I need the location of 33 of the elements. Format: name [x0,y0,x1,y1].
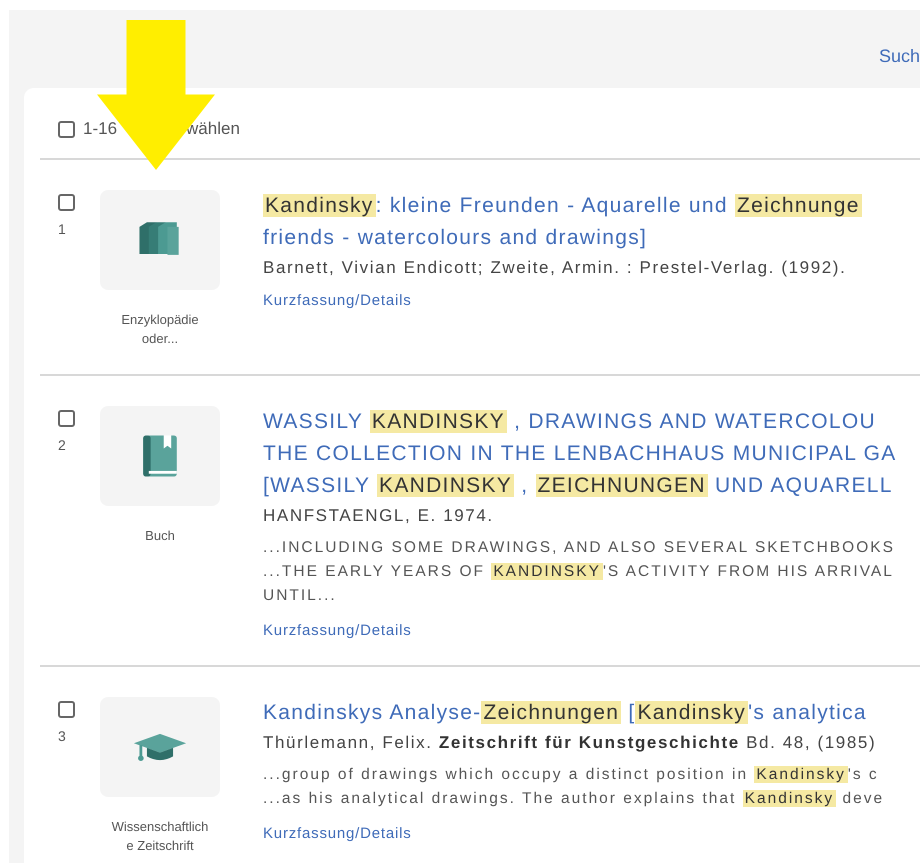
result-checkbox[interactable] [58,410,75,427]
snippet-line: ...as his analytical drawings. The author explains that Kandinsky deve [263,789,884,809]
snippet-line: UNTIL... [263,586,338,606]
snippet-line: ...INCLUDING SOME DRAWINGS, AND ALSO SEVERAL SKETCHBOOKS [263,538,895,558]
details-link[interactable]: Kurzfassung/Details [263,292,412,309]
result-number: 1 [58,221,66,237]
result-checkbox[interactable] [58,701,75,718]
book-icon [143,435,177,477]
result-title-link[interactable]: THE COLLECTION IN THE LENBACHHAUS MUNICIPAL GA [263,438,897,470]
result-number: 3 [58,728,66,744]
select-all-label: wählen [186,119,240,139]
material-type-label: Enzyklopädie oder... [120,311,200,348]
author-line: Thürlemann, Felix. Zeitschrift für Kunstgeschichte Bd. 48, (1985) [263,733,876,753]
result-title-link[interactable]: WASSILY KANDINSKY , DRAWINGS AND WATERCOLOU [263,406,876,438]
result-title-link[interactable]: friends - watercolours and drawings] [263,222,648,254]
search-link[interactable]: Such [878,46,920,67]
books-icon [139,222,179,255]
result-title-link[interactable]: [WASSILY KANDINSKY , ZEICHNUNGEN UND AQUARELL [263,470,893,502]
select-all-label: 1-16 [83,119,118,139]
result-number: 2 [58,437,66,453]
details-link[interactable]: Kurzfassung/Details [263,825,412,842]
snippet-line: ...THE EARLY YEARS OF KANDINSKY'S ACTIVITY FROM HIS ARRIVAL [263,562,895,582]
material-type-label: Wissenschaftliche Zeitschrift [110,818,210,855]
graduation-cap-icon [134,734,186,761]
author-line: HANFSTAENGL, E. 1974. [263,506,494,526]
details-link[interactable]: Kurzfassung/Details [263,622,412,639]
result-title-link[interactable]: Kandinsky: kleine Freunden - Aquarelle und Zeichnunge [263,190,862,222]
author-line: Barnett, Vivian Endicott; Zweite, Armin. : Prestel-Verlag. (1992). [263,258,846,278]
result-title-link[interactable]: Kandinskys Analyse-Zeichnungen [Kandinsky's analytica [263,697,867,729]
result-checkbox[interactable] [58,194,75,211]
select-all-checkbox[interactable] [58,120,75,138]
snippet-line: ...group of drawings which occupy a distinct position in Kandinsky's c [263,765,880,785]
material-type-label: Buch [144,527,176,545]
